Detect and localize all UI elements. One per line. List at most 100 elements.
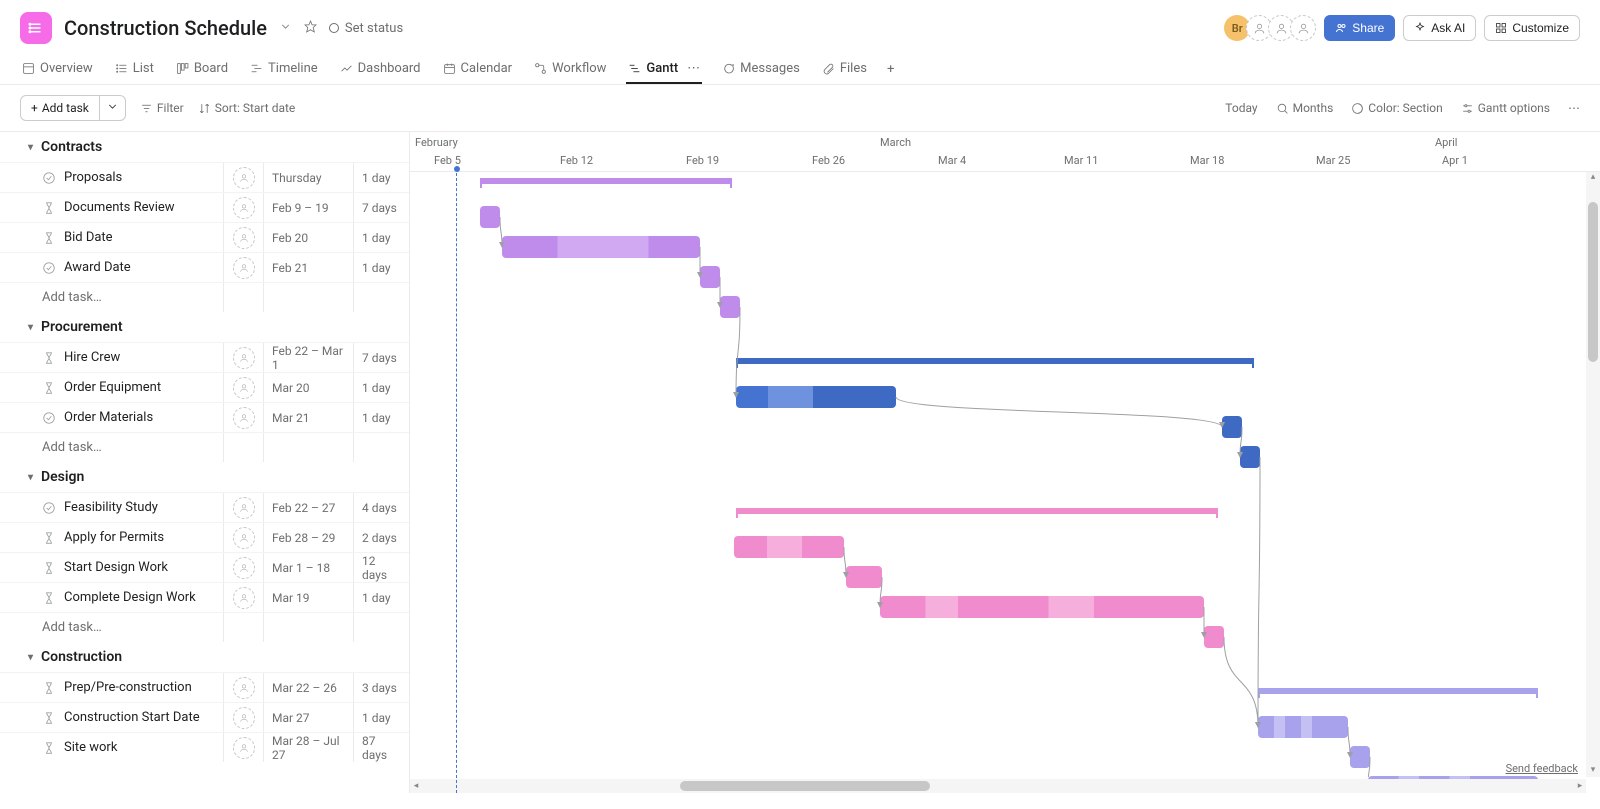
filter-button[interactable]: Filter — [140, 101, 184, 115]
gantt-bar[interactable] — [700, 266, 720, 288]
gantt-bar[interactable] — [502, 236, 700, 258]
tab-gantt[interactable]: Gantt⋯ — [626, 55, 702, 84]
more-options-button[interactable]: ⋯ — [1568, 101, 1580, 115]
task-row[interactable]: Prep/Pre-constructionMar 22 – 263 days — [0, 672, 409, 702]
tab-more-icon[interactable]: ⋯ — [687, 61, 700, 76]
task-row[interactable]: ProposalsThursday1 day — [0, 162, 409, 192]
date-cell[interactable]: Feb 20 — [264, 223, 354, 252]
horizontal-scrollbar[interactable]: ◂ ▸ — [410, 779, 1586, 793]
assignee-cell[interactable] — [224, 163, 264, 192]
date-cell[interactable]: Feb 28 – 29 — [264, 523, 354, 552]
gantt-bar[interactable] — [1204, 626, 1224, 648]
member-avatars[interactable]: Br — [1228, 15, 1316, 41]
date-cell[interactable]: Feb 21 — [264, 253, 354, 282]
add-view-button[interactable]: + — [887, 62, 894, 77]
scroll-down-arrow[interactable]: ▾ — [1586, 765, 1600, 777]
tab-calendar[interactable]: Calendar — [441, 55, 515, 84]
tab-dashboard[interactable]: Dashboard — [338, 55, 423, 84]
add-task-button[interactable]: +Add task — [20, 95, 126, 121]
task-row[interactable]: Bid DateFeb 201 day — [0, 222, 409, 252]
task-row[interactable]: Order EquipmentMar 201 day — [0, 372, 409, 402]
section-header[interactable]: ▾Contracts — [0, 132, 409, 162]
zoom-dropdown[interactable]: Months — [1276, 101, 1334, 115]
date-cell[interactable]: Mar 28 – Jul 27 — [264, 733, 354, 762]
scroll-left-arrow[interactable]: ◂ — [410, 779, 422, 793]
assignee-cell[interactable] — [224, 343, 264, 372]
scroll-right-arrow[interactable]: ▸ — [1574, 779, 1586, 793]
tab-workflow[interactable]: Workflow — [532, 55, 608, 84]
project-menu-caret[interactable] — [279, 20, 292, 37]
date-cell[interactable]: Mar 27 — [264, 703, 354, 732]
assignee-cell[interactable] — [224, 553, 264, 582]
task-row[interactable]: Complete Design WorkMar 191 day — [0, 582, 409, 612]
date-cell[interactable]: Feb 22 – Mar 1 — [264, 343, 354, 372]
task-row[interactable]: Feasibility StudyFeb 22 – 274 days — [0, 492, 409, 522]
date-cell[interactable]: Mar 22 – 26 — [264, 673, 354, 702]
avatar-placeholder[interactable] — [1290, 15, 1316, 41]
share-button[interactable]: Share — [1324, 15, 1395, 41]
gantt-bar[interactable] — [846, 566, 882, 588]
section-header[interactable]: ▾Construction — [0, 642, 409, 672]
gantt-bar[interactable] — [720, 296, 740, 318]
section-header[interactable]: ▾Design — [0, 462, 409, 492]
gantt-bar[interactable] — [1240, 446, 1260, 468]
project-icon[interactable] — [20, 12, 52, 44]
date-cell[interactable]: Mar 20 — [264, 373, 354, 402]
gantt-bar[interactable] — [1222, 416, 1242, 438]
date-cell[interactable]: Feb 22 – 27 — [264, 493, 354, 522]
task-row[interactable]: Site workMar 28 – Jul 2787 days — [0, 732, 409, 762]
assignee-cell[interactable] — [224, 703, 264, 732]
tab-messages[interactable]: Messages — [720, 55, 802, 84]
scroll-thumb[interactable] — [680, 781, 930, 791]
gantt-bar[interactable] — [480, 206, 500, 228]
set-status-button[interactable]: Set status — [329, 21, 403, 36]
tab-timeline[interactable]: Timeline — [248, 55, 320, 84]
sort-button[interactable]: Sort: Start date — [198, 101, 296, 115]
gantt-bar[interactable] — [1350, 746, 1370, 768]
scroll-thumb[interactable] — [1588, 202, 1598, 362]
date-cell[interactable]: Mar 19 — [264, 583, 354, 612]
send-feedback-link[interactable]: Send feedback — [1506, 762, 1578, 775]
task-row[interactable]: Construction Start DateMar 271 day — [0, 702, 409, 732]
scroll-up-arrow[interactable]: ▴ — [1586, 172, 1600, 184]
tab-list[interactable]: List — [113, 55, 156, 84]
task-row[interactable]: Apply for PermitsFeb 28 – 292 days — [0, 522, 409, 552]
today-button[interactable]: Today — [1225, 101, 1257, 115]
date-cell[interactable]: Feb 9 – 19 — [264, 193, 354, 222]
assignee-cell[interactable] — [224, 403, 264, 432]
gantt-bar[interactable] — [880, 596, 1204, 618]
gantt-bar[interactable] — [1258, 716, 1348, 738]
gantt-bar[interactable] — [734, 536, 844, 558]
assignee-cell[interactable] — [224, 373, 264, 402]
color-dropdown[interactable]: Color: Section — [1351, 101, 1442, 115]
add-task-row[interactable]: Add task… — [0, 613, 224, 642]
assignee-cell[interactable] — [224, 193, 264, 222]
customize-button[interactable]: Customize — [1484, 15, 1580, 41]
tab-board[interactable]: Board — [174, 55, 230, 84]
gantt-options-button[interactable]: Gantt options — [1461, 101, 1550, 115]
assignee-cell[interactable] — [224, 733, 264, 762]
assignee-cell[interactable] — [224, 523, 264, 552]
assignee-cell[interactable] — [224, 493, 264, 522]
date-cell[interactable]: Mar 1 – 18 — [264, 553, 354, 582]
gantt-bar[interactable] — [736, 386, 896, 408]
assignee-cell[interactable] — [224, 253, 264, 282]
tab-overview[interactable]: Overview — [20, 55, 95, 84]
date-cell[interactable]: Thursday — [264, 163, 354, 192]
star-icon[interactable] — [304, 20, 317, 37]
task-row[interactable]: Start Design WorkMar 1 – 1812 days — [0, 552, 409, 582]
task-row[interactable]: Hire CrewFeb 22 – Mar 17 days — [0, 342, 409, 372]
assignee-cell[interactable] — [224, 223, 264, 252]
project-title[interactable]: Construction Schedule — [64, 16, 267, 40]
add-task-row[interactable]: Add task… — [0, 433, 224, 462]
vertical-scrollbar[interactable]: ▴ ▾ — [1586, 172, 1600, 777]
section-header[interactable]: ▾Procurement — [0, 312, 409, 342]
ask-ai-button[interactable]: Ask AI — [1403, 15, 1476, 41]
assignee-cell[interactable] — [224, 673, 264, 702]
tab-files[interactable]: Files — [820, 55, 869, 84]
add-task-row[interactable]: Add task… — [0, 283, 224, 312]
add-task-dropdown[interactable] — [100, 95, 126, 121]
task-row[interactable]: Documents ReviewFeb 9 – 197 days — [0, 192, 409, 222]
task-row[interactable]: Award DateFeb 211 day — [0, 252, 409, 282]
assignee-cell[interactable] — [224, 583, 264, 612]
